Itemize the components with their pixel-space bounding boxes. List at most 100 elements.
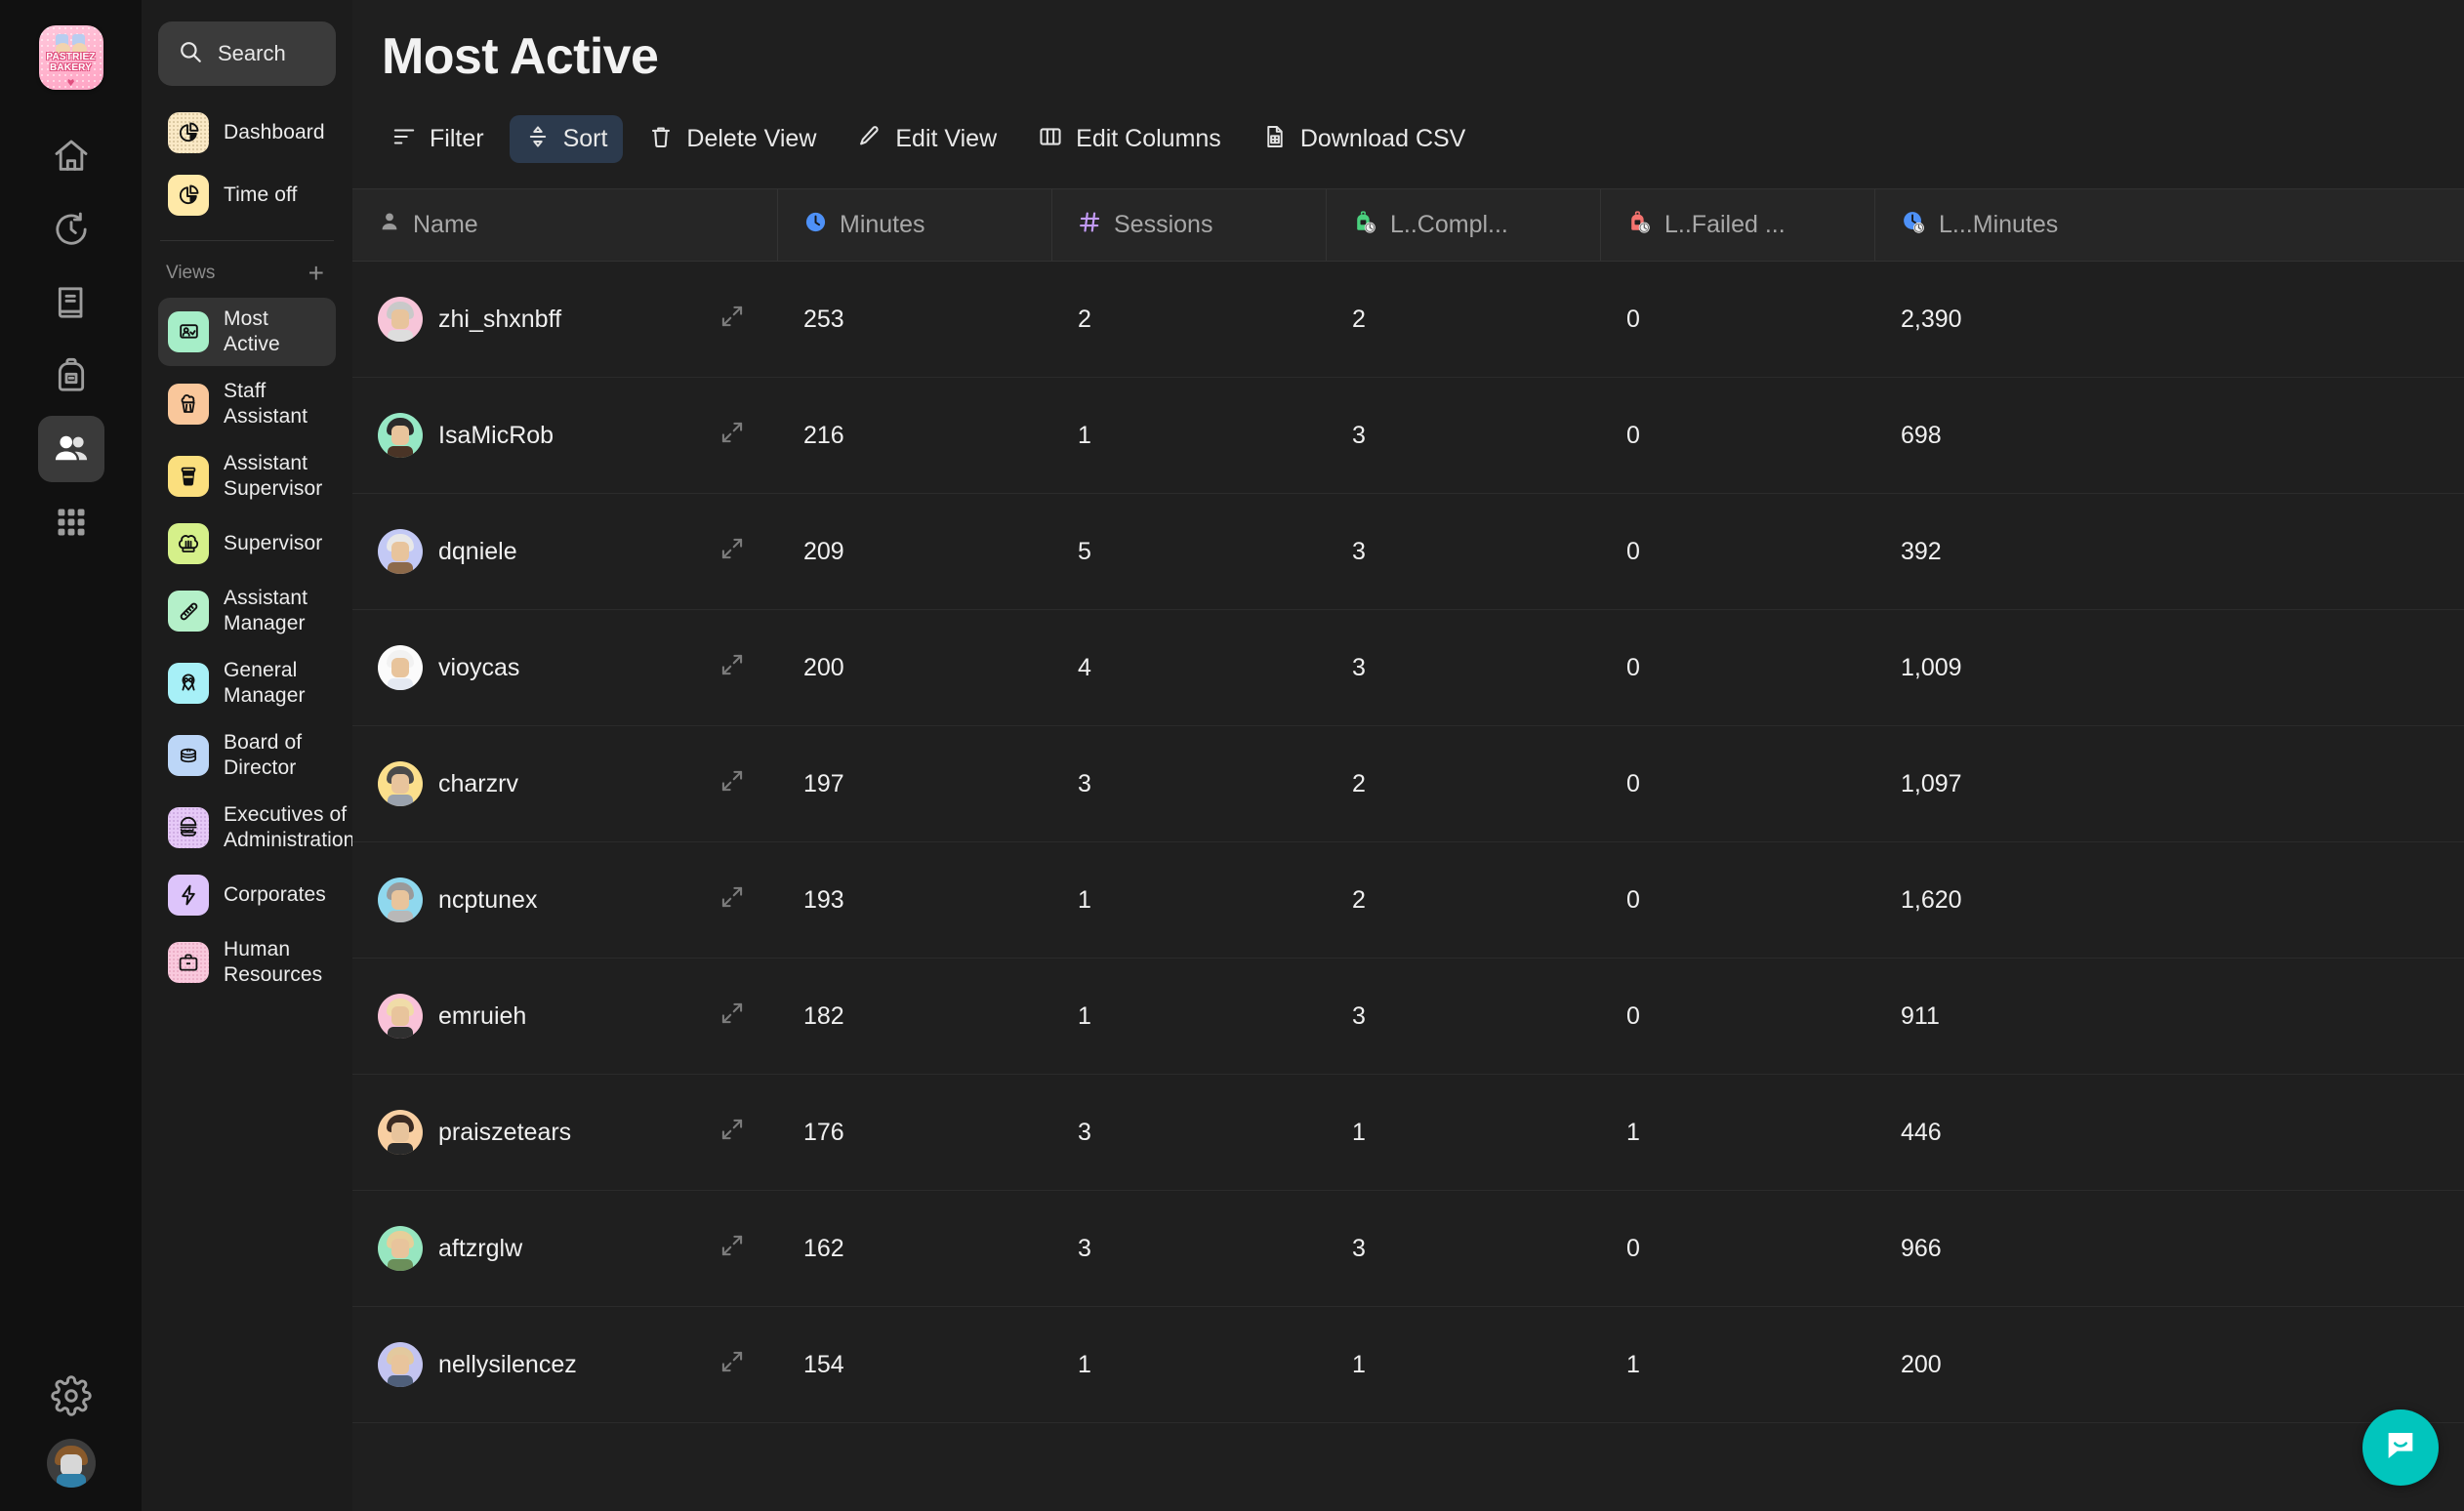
cell-last-failed: 0	[1626, 537, 1640, 565]
table-row[interactable]: nellysilencez 154 1 1 1 200	[352, 1307, 2464, 1423]
expand-row-icon[interactable]	[719, 652, 745, 684]
cell-sessions: 5	[1078, 537, 1091, 565]
column-header-name[interactable]: Name	[352, 189, 778, 261]
edit-columns-button[interactable]: Edit Columns	[1022, 115, 1237, 163]
table-row[interactable]: dqniele 209 5 3 0 392	[352, 494, 2464, 610]
sidebar-item-board-of-director[interactable]: Board of Director	[158, 721, 336, 790]
expand-row-icon[interactable]	[719, 1117, 745, 1149]
edit-view-button[interactable]: Edit View	[842, 115, 1012, 163]
sidebar-item-supervisor[interactable]: Supervisor	[158, 514, 336, 573]
data-table: Name Minutes Sessions L..Compl... L..Fai…	[352, 188, 2464, 1423]
coffee-cup-icon	[177, 465, 200, 488]
sidebar-item-assistant-supervisor[interactable]: Assistant Supervisor	[158, 442, 336, 510]
column-header-minutes[interactable]: Minutes	[778, 189, 1052, 261]
cell-name: vioycas	[352, 610, 778, 725]
expand-row-icon[interactable]	[719, 768, 745, 800]
cell-last-completed: 1	[1352, 1350, 1366, 1378]
cell-minutes: 182	[803, 1001, 844, 1030]
table-row[interactable]: aftzrglw 162 3 3 0 966	[352, 1191, 2464, 1307]
sort-button[interactable]: Sort	[509, 115, 624, 163]
sidebar-item-assistant-manager[interactable]: Assistant Manager	[158, 577, 336, 645]
sidebar-views-list: Most Active Staff Assistant Assistant Su…	[158, 298, 352, 997]
cell-last-minutes: 392	[1901, 537, 1942, 565]
sidebar-item-human-resources[interactable]: Human Resources	[158, 928, 336, 997]
briefcase-icon-tile	[168, 942, 209, 983]
column-header-label: L..Compl...	[1390, 211, 1508, 238]
cell-sessions: 1	[1078, 421, 1091, 449]
column-header-last-minutes[interactable]: L...Minutes	[1875, 189, 2464, 261]
icon-rail: PASTRIEZ BAKERY	[0, 0, 142, 1511]
table-row[interactable]: ncptunex 193 1 2 0 1,620	[352, 842, 2464, 959]
expand-row-icon[interactable]	[719, 420, 745, 452]
table-row[interactable]: charzrv 197 3 2 0 1,097	[352, 726, 2464, 842]
briefcase-icon	[177, 951, 200, 974]
cell-minutes: 216	[803, 421, 844, 449]
filter-button[interactable]: Filter	[376, 115, 500, 163]
search-input[interactable]: Search	[158, 21, 336, 86]
sidebar-item-label: Most Active	[224, 307, 280, 355]
cell-minutes: 253	[803, 305, 844, 333]
sidebar-item-staff-assistant[interactable]: Staff Assistant	[158, 370, 336, 438]
cell-sessions: 2	[1078, 305, 1091, 333]
download-csv-button[interactable]: Download CSV	[1247, 115, 1482, 163]
expand-row-icon[interactable]	[719, 304, 745, 336]
columns-icon	[1038, 124, 1063, 154]
cell-last-minutes: 698	[1901, 421, 1942, 449]
sidebar-item-label: Supervisor	[224, 532, 323, 554]
rail-item-backpack[interactable]	[38, 343, 104, 409]
hash-icon	[1078, 210, 1102, 241]
sidebar-item-general-manager[interactable]: General Manager	[158, 649, 336, 717]
filter-icon	[391, 124, 417, 154]
column-header-last-completed[interactable]: L..Compl...	[1327, 189, 1601, 261]
row-avatar	[378, 994, 423, 1039]
row-username: vioycas	[438, 653, 520, 681]
sidebar-item-executives-of-administration[interactable]: Executives of Administration	[158, 794, 352, 862]
sort-arrows-icon	[525, 124, 551, 154]
sidebar-item-label: Staff Assistant	[224, 380, 308, 428]
cell-minutes: 209	[803, 537, 844, 565]
chat-widget-button[interactable]	[2362, 1409, 2439, 1486]
sidebar-item-label: Executives of Administration	[224, 803, 352, 851]
rail-item-book[interactable]	[38, 269, 104, 336]
user-presentation-icon-tile	[168, 311, 209, 352]
expand-row-icon[interactable]	[719, 1349, 745, 1381]
user-avatar[interactable]	[46, 1439, 96, 1488]
rail-item-apps[interactable]	[38, 489, 104, 555]
settings-button[interactable]	[50, 1375, 92, 1421]
table-row[interactable]: IsaMicRob 216 1 3 0 698	[352, 378, 2464, 494]
expand-row-icon[interactable]	[719, 1001, 745, 1033]
row-username: praiszetears	[438, 1118, 572, 1146]
sidebar-item-dashboard[interactable]: Dashboard	[158, 103, 336, 162]
sidebar-item-corporates[interactable]: Corporates	[158, 866, 336, 924]
row-avatar	[378, 297, 423, 342]
sidebar-primary-nav: Dashboard Time off	[158, 103, 336, 225]
row-avatar	[378, 529, 423, 574]
table-row[interactable]: praiszetears 176 3 1 1 446	[352, 1075, 2464, 1191]
table-row[interactable]: vioycas 200 4 3 0 1,009	[352, 610, 2464, 726]
sidebar-item-most-active[interactable]: Most Active	[158, 298, 336, 366]
views-section-header: Views +	[158, 241, 336, 298]
rail-item-timer[interactable]	[38, 196, 104, 263]
brand-logo[interactable]: PASTRIEZ BAKERY	[38, 25, 103, 90]
expand-row-icon[interactable]	[719, 536, 745, 568]
sidebar-item-label: Corporates	[224, 883, 326, 906]
table-row[interactable]: emruieh 182 1 3 0 911	[352, 959, 2464, 1075]
cell-last-failed: 0	[1626, 305, 1640, 333]
pancakes-icon	[177, 744, 200, 767]
table-row[interactable]: zhi_shxnbff 253 2 2 0 2,390	[352, 262, 2464, 378]
row-avatar	[378, 413, 423, 458]
cell-sessions: 3	[1078, 1118, 1091, 1146]
cell-last-minutes: 446	[1901, 1118, 1942, 1146]
rail-item-home[interactable]	[38, 123, 104, 189]
expand-row-icon[interactable]	[719, 884, 745, 917]
sidebar-item-time-off[interactable]: Time off	[158, 166, 336, 225]
expand-row-icon[interactable]	[719, 1233, 745, 1265]
column-header-sessions[interactable]: Sessions	[1052, 189, 1327, 261]
column-header-last-failed[interactable]: L..Failed ...	[1601, 189, 1875, 261]
delete-view-button[interactable]: Delete View	[633, 115, 832, 163]
rail-item-people[interactable]	[37, 416, 104, 482]
add-view-button[interactable]: +	[305, 260, 328, 287]
row-username: dqniele	[438, 537, 517, 565]
delete-view-label: Delete View	[686, 125, 817, 152]
pie-chart-icon-tile	[168, 112, 209, 153]
